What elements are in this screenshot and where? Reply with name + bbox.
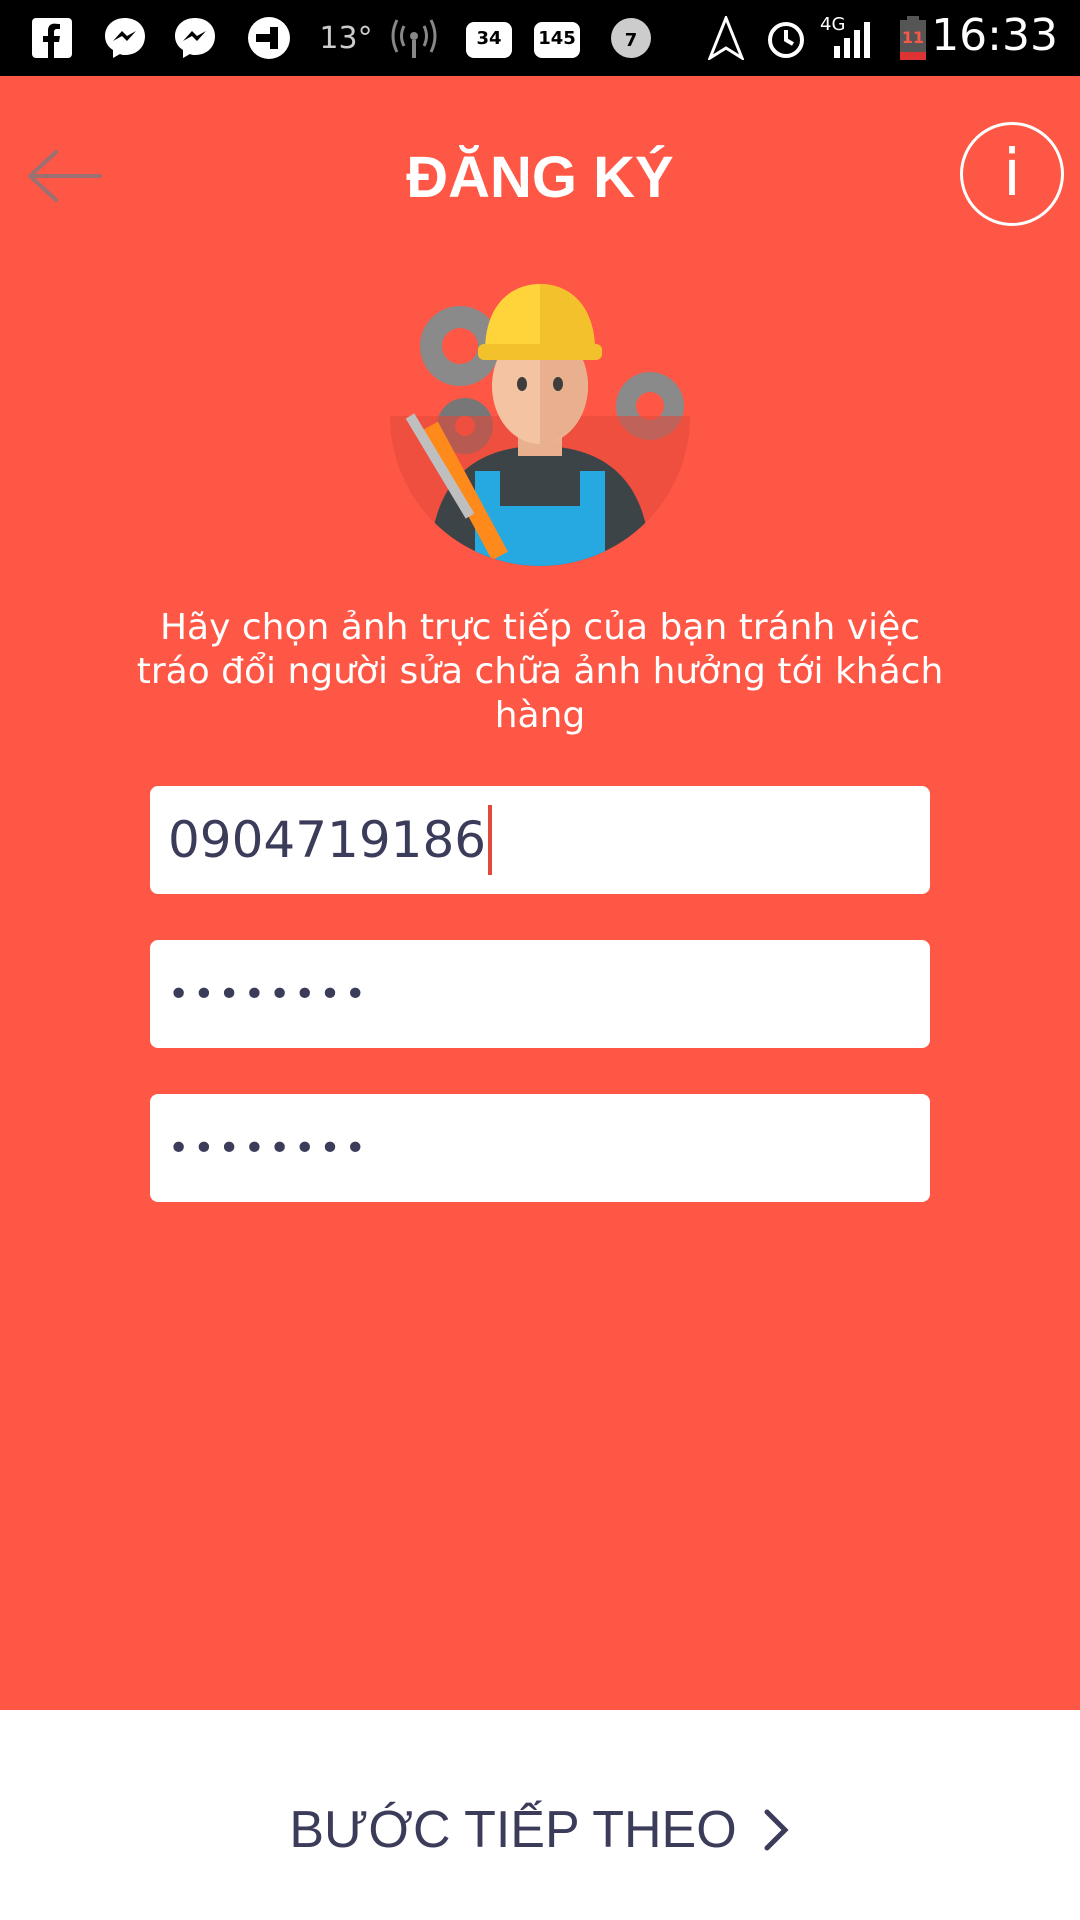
messenger-icon bbox=[170, 14, 220, 62]
uber-icon bbox=[244, 14, 294, 62]
facebook-icon bbox=[30, 14, 74, 62]
chat-badge-count: 7 bbox=[624, 30, 638, 51]
chat-icon: 7 bbox=[604, 14, 658, 62]
mail-icon: 145 bbox=[530, 14, 584, 62]
status-bar: 13° 34 145 7 4G 11 16:33 bbox=[0, 0, 1080, 76]
footer-bar: BƯỚC TIẾP THEO bbox=[0, 1710, 1080, 1920]
page-title: ĐĂNG KÝ bbox=[406, 145, 674, 210]
hotspot-icon bbox=[386, 14, 442, 62]
signal-icon: 4G bbox=[818, 14, 878, 62]
phone-field[interactable]: 0904719186 bbox=[150, 786, 930, 894]
network-type: 4G bbox=[820, 14, 846, 35]
mail-badge-count: 34 bbox=[476, 28, 502, 49]
mail-badge-count: 145 bbox=[538, 28, 576, 49]
next-step-button[interactable]: BƯỚC TIẾP THEO bbox=[0, 1790, 1080, 1870]
chevron-right-icon bbox=[764, 1809, 789, 1851]
alarm-icon bbox=[762, 14, 810, 62]
info-button[interactable]: i bbox=[960, 122, 1064, 226]
registration-screen: ĐĂNG KÝ i Hãy chọn ảnh trực tiếp của bạn… bbox=[0, 76, 1080, 1710]
messenger-icon bbox=[100, 14, 150, 62]
confirm-password-field[interactable]: •••••••• bbox=[150, 1094, 930, 1202]
navigation-icon bbox=[704, 14, 748, 62]
next-step-label: BƯỚC TIẾP THEO bbox=[289, 1801, 737, 1859]
text-cursor bbox=[488, 805, 493, 875]
clock: 16:33 bbox=[931, 10, 1058, 61]
password-value: •••••••• bbox=[168, 973, 370, 1015]
mail-icon: 34 bbox=[462, 14, 516, 62]
avatar-photo[interactable] bbox=[390, 266, 690, 566]
worker-illustration bbox=[390, 284, 690, 566]
phone-value: 0904719186 bbox=[168, 811, 487, 869]
instruction-text: Hãy chọn ảnh trực tiếp của bạn tránh việ… bbox=[136, 607, 944, 736]
battery-level: 11 bbox=[901, 28, 925, 47]
info-icon: i bbox=[1003, 137, 1021, 211]
password-field[interactable]: •••••••• bbox=[150, 940, 930, 1048]
temperature-text: 13° bbox=[319, 20, 373, 56]
confirm-password-value: •••••••• bbox=[168, 1127, 370, 1169]
battery-icon: 11 bbox=[896, 14, 930, 62]
